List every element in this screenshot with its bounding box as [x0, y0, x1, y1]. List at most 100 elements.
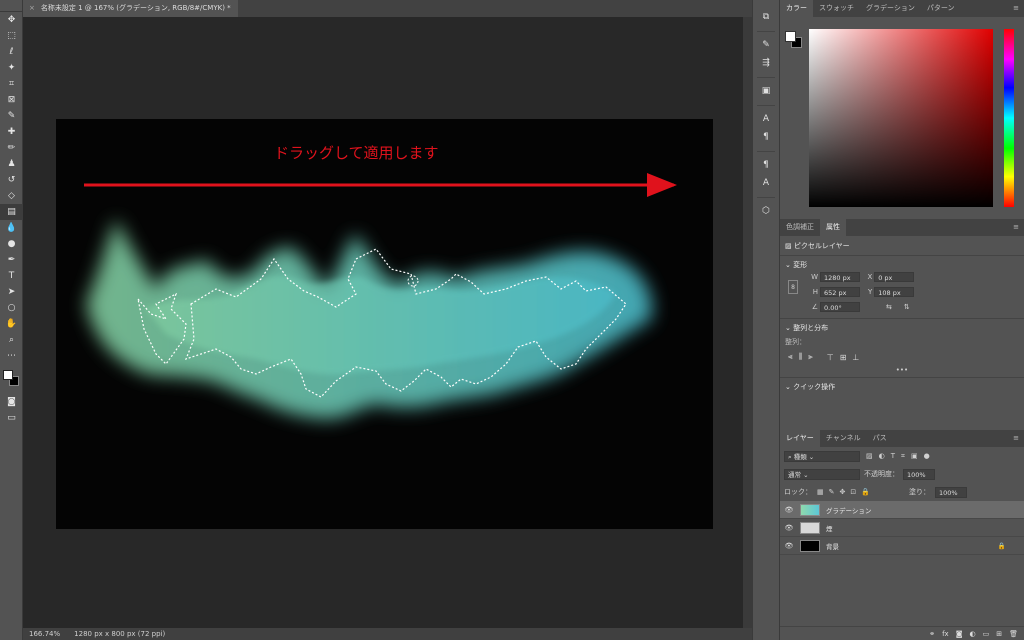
filter-toggle-icon[interactable]: ● — [924, 452, 930, 460]
panel-foreground-swatch[interactable] — [785, 31, 796, 42]
type-tool-icon[interactable]: T — [0, 268, 23, 284]
close-tab-icon[interactable]: × — [29, 4, 35, 12]
blur-tool-icon[interactable]: 💧 — [0, 220, 23, 236]
lock-icon[interactable]: 🔒 — [998, 542, 1006, 550]
layer-name[interactable]: 煙 — [826, 523, 833, 533]
hand-tool-icon[interactable]: ✋ — [0, 316, 23, 332]
mask-icon[interactable]: ◙ — [956, 630, 963, 638]
layers-menu-icon[interactable]: ≡ — [1013, 430, 1019, 447]
brush-tool-icon[interactable]: ✏ — [0, 140, 23, 156]
glyphs-icon[interactable]: ¶ — [753, 156, 779, 174]
tab-adjustments[interactable]: 色調補正 — [780, 219, 820, 236]
lock-artboard-icon[interactable]: ⊡ — [850, 488, 856, 496]
libraries-icon[interactable]: ▣ — [753, 82, 779, 100]
vertical-scrollbar[interactable] — [743, 17, 752, 628]
trash-icon[interactable]: 🗑 — [1009, 630, 1018, 638]
fx-icon[interactable]: fx — [942, 630, 949, 638]
transform-header[interactable]: ⌄ 変形 — [780, 258, 1024, 272]
tab-gradients[interactable]: グラデーション — [860, 0, 921, 17]
align-top-icon[interactable]: ⊤ — [827, 353, 834, 362]
new-layer-icon[interactable]: ⊞ — [996, 630, 1002, 638]
visibility-eye-icon[interactable]: 👁 — [780, 542, 798, 550]
history-panel-icon[interactable]: ⧉ — [753, 8, 779, 26]
marquee-tool-icon[interactable]: ⬚ — [0, 28, 23, 44]
color-swatches[interactable] — [0, 364, 23, 394]
lock-all-icon[interactable]: 🔒 — [861, 488, 870, 496]
fill-field[interactable]: 100% — [934, 486, 967, 498]
character-styles-icon[interactable]: A — [753, 174, 779, 192]
align-right-icon[interactable]: ⫸ — [808, 352, 813, 362]
blend-mode-select[interactable]: 通常 ⌄ — [784, 468, 860, 480]
filter-smart-icon[interactable]: ▣ — [911, 452, 918, 460]
eyedropper-tool-icon[interactable]: ✎ — [0, 108, 23, 124]
layer-name[interactable]: グラデーション — [826, 505, 871, 515]
adjustment-icon[interactable]: ◐ — [970, 630, 976, 638]
y-field[interactable]: 108 px — [874, 287, 915, 297]
paragraph-icon[interactable]: ¶ — [753, 128, 779, 146]
x-field[interactable]: 0 px — [874, 272, 915, 282]
layer-row-gradient[interactable]: 👁 グラデーション — [780, 501, 1024, 519]
properties-menu-icon[interactable]: ≡ — [1013, 219, 1019, 236]
quick-mask-icon[interactable]: ◙ — [0, 394, 23, 410]
adjustments-icon[interactable]: ⇶ — [753, 54, 779, 72]
align-vcenter-icon[interactable]: ⊞ — [840, 353, 847, 362]
healing-brush-tool-icon[interactable]: ✚ — [0, 124, 23, 140]
align-left-icon[interactable]: ⫷ — [788, 352, 793, 362]
width-field[interactable]: 1280 px — [820, 272, 860, 282]
tab-color[interactable]: カラー — [780, 0, 813, 17]
lasso-tool-icon[interactable]: ℓ — [0, 44, 23, 60]
zoom-tool-icon[interactable]: ⌕ — [0, 332, 23, 348]
dodge-tool-icon[interactable]: ● — [0, 236, 23, 252]
frame-tool-icon[interactable]: ⊠ — [0, 92, 23, 108]
filter-type-icon[interactable]: T — [891, 452, 895, 460]
panel-menu-icon[interactable]: ≡ — [1013, 0, 1019, 17]
more-options-icon[interactable]: ••• — [780, 365, 1024, 375]
layer-row-smoke[interactable]: 👁 煙 — [780, 519, 1024, 537]
filter-shape-icon[interactable]: ⌗ — [901, 452, 905, 461]
shape-tool-icon[interactable]: ○ — [0, 300, 23, 316]
crop-tool-icon[interactable]: ⌗ — [0, 76, 23, 92]
visibility-eye-icon[interactable]: 👁 — [780, 506, 798, 514]
link-icon[interactable]: ⚭ — [929, 630, 935, 638]
tab-properties[interactable]: 属性 — [820, 219, 846, 236]
link-dimensions-icon[interactable]: 8 — [788, 280, 798, 294]
flip-horizontal-icon[interactable]: ⇆ — [886, 303, 892, 311]
layer-row-background[interactable]: 👁 背景 🔒 — [780, 537, 1024, 555]
tab-paths[interactable]: パス — [867, 430, 893, 447]
height-field[interactable]: 652 px — [820, 287, 860, 297]
angle-field[interactable]: 0.00° — [820, 302, 860, 312]
document-info[interactable]: 1280 px x 800 px (72 ppi) — [74, 630, 165, 638]
folder-icon[interactable]: ▭ — [983, 630, 990, 638]
tab-swatches[interactable]: スウォッチ — [813, 0, 860, 17]
tab-channels[interactable]: チャンネル — [820, 430, 867, 447]
align-bottom-icon[interactable]: ⊥ — [852, 353, 859, 362]
zoom-level[interactable]: 166.74% — [29, 630, 60, 638]
gradient-tool-icon[interactable]: ▤ — [0, 204, 23, 220]
lock-paint-icon[interactable]: ✎ — [829, 488, 835, 496]
screen-mode-icon[interactable]: ▭ — [0, 410, 23, 426]
history-brush-tool-icon[interactable]: ↺ — [0, 172, 23, 188]
quick-actions-header[interactable]: ⌄ クイック操作 — [780, 380, 1024, 394]
lock-position-icon[interactable]: ✥ — [840, 488, 846, 496]
align-hcenter-icon[interactable]: ⫼ — [799, 352, 803, 362]
flip-vertical-icon[interactable]: ⇅ — [904, 303, 910, 311]
magic-wand-tool-icon[interactable]: ✦ — [0, 60, 23, 76]
visibility-eye-icon[interactable]: 👁 — [780, 524, 798, 532]
document-tab[interactable]: × 名称未設定 1 @ 167% (グラデーション, RGB/8#/CMYK) * — [23, 0, 238, 17]
move-tool-icon[interactable]: ✥ — [0, 12, 23, 28]
color-field[interactable] — [809, 29, 993, 207]
tab-patterns[interactable]: パターン — [921, 0, 961, 17]
align-header[interactable]: ⌄ 整列と分布 — [780, 321, 1024, 335]
eraser-tool-icon[interactable]: ◇ — [0, 188, 23, 204]
clone-stamp-tool-icon[interactable]: ♟ — [0, 156, 23, 172]
opacity-field[interactable]: 100% — [903, 468, 935, 480]
hue-slider[interactable] — [1004, 29, 1014, 207]
toolbar-grip[interactable] — [0, 0, 22, 12]
brush-settings-icon[interactable]: ✎ — [753, 36, 779, 54]
path-selection-tool-icon[interactable]: ➤ — [0, 284, 23, 300]
layer-name[interactable]: 背景 — [826, 541, 839, 551]
foreground-color-swatch[interactable] — [3, 370, 13, 380]
lock-transparent-icon[interactable]: ▦ — [817, 488, 824, 496]
more-tools-icon[interactable]: ⋯ — [0, 348, 23, 364]
image-canvas[interactable]: ドラッグして適用します — [56, 119, 713, 529]
